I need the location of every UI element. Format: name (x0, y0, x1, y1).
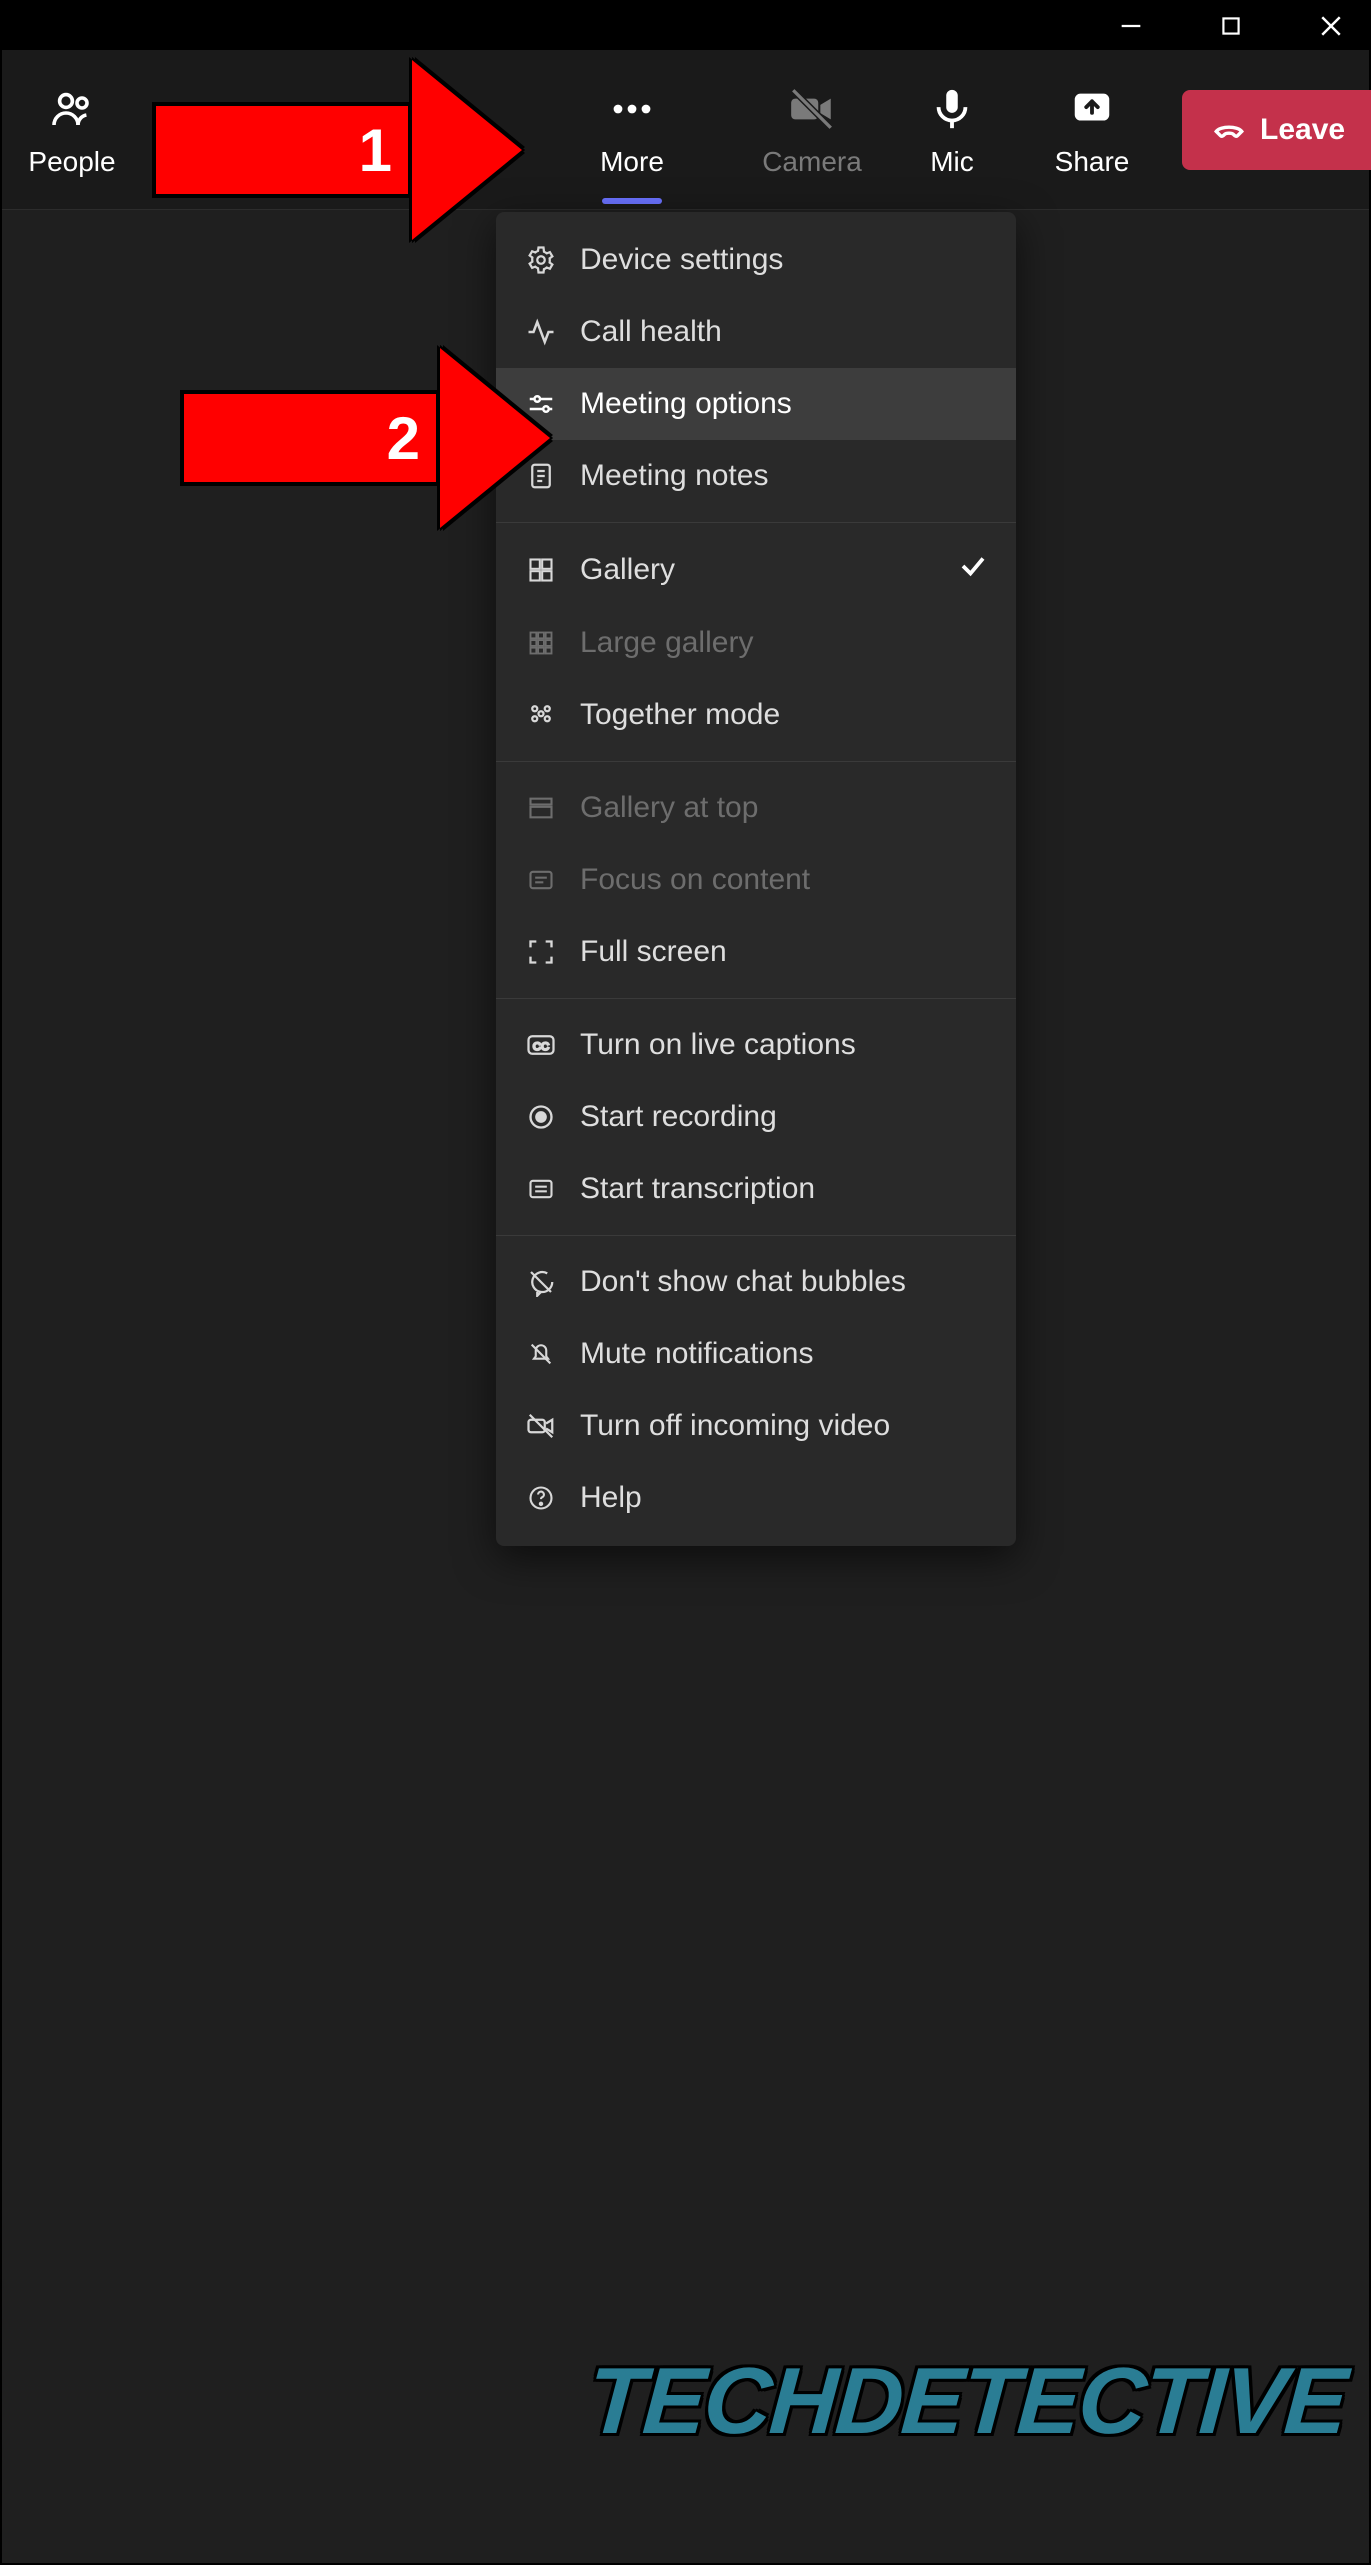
menu-focus-on-content: Focus on content (496, 844, 1016, 916)
arrow-head-icon (440, 348, 550, 528)
large-grid-icon (524, 626, 558, 660)
share-button[interactable]: Share (1042, 60, 1142, 200)
menu-gallery[interactable]: Gallery (496, 533, 1016, 607)
people-button[interactable]: People (22, 60, 122, 200)
camera-off-icon (787, 81, 837, 136)
menu-label: Help (580, 1481, 988, 1515)
menu-label: Together mode (580, 698, 988, 732)
people-label: People (28, 146, 115, 178)
menu-separator (496, 522, 1016, 523)
share-icon (1069, 81, 1115, 136)
menu-call-health[interactable]: Call health (496, 296, 1016, 368)
teams-meeting-window: People More (0, 0, 1371, 2565)
menu-device-settings[interactable]: Device settings (496, 224, 1016, 296)
hangup-icon (1212, 113, 1246, 147)
menu-label: Meeting notes (580, 459, 988, 493)
menu-help[interactable]: Help (496, 1462, 1016, 1534)
mic-icon (929, 81, 975, 136)
activity-icon (524, 315, 558, 349)
leave-button[interactable]: Leave (1182, 90, 1371, 170)
mic-label: Mic (930, 146, 974, 178)
menu-together-mode[interactable]: Together mode (496, 679, 1016, 751)
callout-arrow-1: 1 (152, 60, 522, 240)
chat-off-icon (524, 1265, 558, 1299)
menu-label: Large gallery (580, 626, 988, 660)
mic-button[interactable]: Mic (902, 60, 1002, 200)
window-close-button[interactable] (1301, 6, 1361, 46)
menu-separator (496, 998, 1016, 999)
window-maximize-button[interactable] (1201, 6, 1261, 46)
leave-button-group: Leave (1182, 90, 1371, 170)
more-menu: Device settings Call health Meeting opti… (496, 212, 1016, 1546)
watermark-text: TECHDETECTIVE (584, 2347, 1349, 2455)
menu-label: Turn off incoming video (580, 1409, 988, 1443)
menu-label: Don't show chat bubbles (580, 1265, 988, 1299)
grid-icon (524, 553, 558, 587)
bell-off-icon (524, 1337, 558, 1371)
menu-turn-off-incoming-video[interactable]: Turn off incoming video (496, 1390, 1016, 1462)
layout-top-icon (524, 791, 558, 825)
menu-full-screen[interactable]: Full screen (496, 916, 1016, 988)
menu-large-gallery: Large gallery (496, 607, 1016, 679)
menu-label: Gallery (580, 553, 936, 587)
svg-text:CC: CC (533, 1041, 549, 1053)
menu-label: Gallery at top (580, 791, 988, 825)
camera-button[interactable]: Camera (762, 60, 862, 200)
more-icon (608, 81, 656, 136)
menu-live-captions[interactable]: CC Turn on live captions (496, 1009, 1016, 1081)
together-icon (524, 698, 558, 732)
transcription-icon (524, 1172, 558, 1206)
help-icon (524, 1481, 558, 1515)
check-icon (958, 551, 988, 589)
callout-number: 2 (180, 390, 440, 486)
menu-meeting-notes[interactable]: Meeting notes (496, 440, 1016, 512)
menu-separator (496, 1235, 1016, 1236)
arrow-head-icon (412, 60, 522, 240)
window-titlebar (2, 2, 1369, 50)
cc-icon: CC (524, 1028, 558, 1062)
menu-label: Device settings (580, 243, 988, 277)
menu-gallery-at-top: Gallery at top (496, 772, 1016, 844)
menu-start-transcription[interactable]: Start transcription (496, 1153, 1016, 1225)
menu-label: Call health (580, 315, 988, 349)
video-off-icon (524, 1409, 558, 1443)
menu-start-recording[interactable]: Start recording (496, 1081, 1016, 1153)
menu-label: Start transcription (580, 1172, 988, 1206)
gear-icon (524, 243, 558, 277)
menu-meeting-options[interactable]: Meeting options (496, 368, 1016, 440)
focus-content-icon (524, 863, 558, 897)
more-button[interactable]: More (582, 60, 682, 200)
menu-label: Mute notifications (580, 1337, 988, 1371)
people-icon (48, 81, 96, 136)
more-label: More (600, 146, 664, 178)
menu-separator (496, 761, 1016, 762)
menu-label: Focus on content (580, 863, 988, 897)
window-minimize-button[interactable] (1101, 6, 1161, 46)
menu-label: Meeting options (580, 387, 988, 421)
menu-label: Start recording (580, 1100, 988, 1134)
fullscreen-icon (524, 935, 558, 969)
menu-hide-chat-bubbles[interactable]: Don't show chat bubbles (496, 1246, 1016, 1318)
menu-label: Turn on live captions (580, 1028, 988, 1062)
record-icon (524, 1100, 558, 1134)
callout-arrow-2: 2 (180, 348, 550, 528)
menu-label: Full screen (580, 935, 988, 969)
callout-number: 1 (152, 102, 412, 198)
camera-label: Camera (762, 146, 862, 178)
leave-label: Leave (1260, 113, 1345, 147)
menu-mute-notifications[interactable]: Mute notifications (496, 1318, 1016, 1390)
share-label: Share (1055, 146, 1130, 178)
